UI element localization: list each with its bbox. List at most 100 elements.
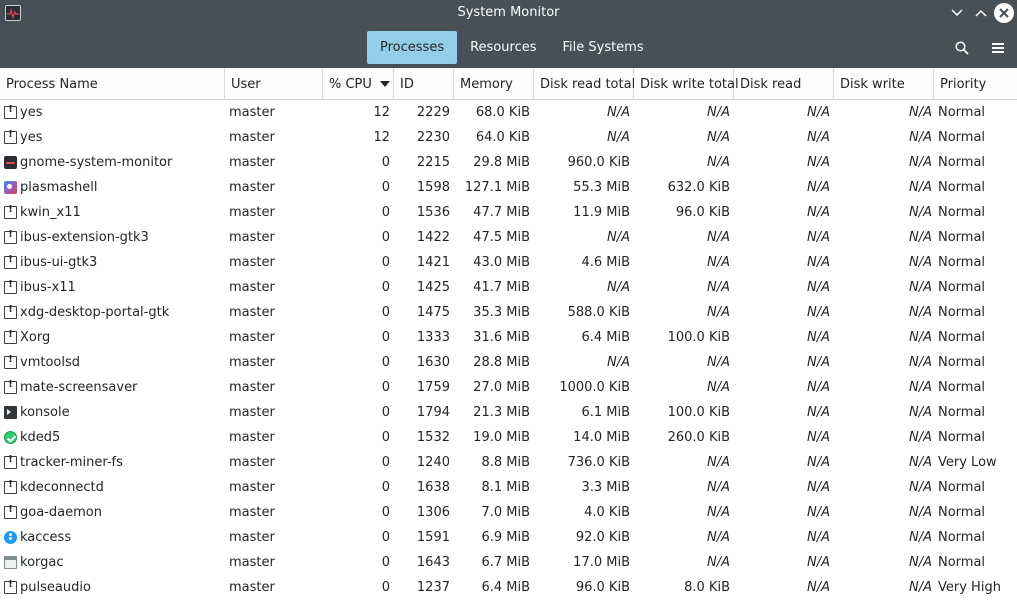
process-name: konsole: [20, 405, 70, 420]
table-row[interactable]: ibus-extension-gtk3 master 0 1422 47.5 MiB N/…: [0, 225, 1017, 250]
table-row[interactable]: kwin_x11 master 0 1536 47.7 MiB 11.9 MiB 96.0 …: [0, 200, 1017, 225]
process-disk-read: N/A: [807, 305, 830, 320]
process-disk-write-total: 632.0 KiB: [667, 180, 730, 195]
process-cpu: 0: [381, 505, 390, 520]
process-cpu: 0: [381, 580, 390, 595]
table-row[interactable]: plasmashell master 0 1598 127.1 MiB 55.3 MiB 6…: [0, 175, 1017, 200]
process-list: yes master 12 2229 68.0 KiB N/A N/A N/A N/A Norma…: [0, 100, 1017, 600]
process-memory: 21.3 MiB: [473, 405, 530, 420]
table-row[interactable]: xdg-desktop-portal-gtk master 0 1475 35.3 Mi…: [0, 300, 1017, 325]
table-row[interactable]: kded5 master 0 1532 19.0 MiB 14.0 MiB 260.0 Ki…: [0, 425, 1017, 450]
process-cpu: 0: [381, 155, 390, 170]
table-row[interactable]: kdeconnectd master 0 1638 8.1 MiB 3.3 MiB N/A N…: [0, 475, 1017, 500]
process-priority: Normal: [938, 155, 986, 170]
process-disk-read: N/A: [807, 205, 830, 220]
table-row[interactable]: yes master 12 2230 64.0 KiB N/A N/A N/A N/A Norma…: [0, 125, 1017, 150]
process-name: gnome-system-monitor: [20, 155, 173, 170]
process-id: 1591: [416, 530, 450, 545]
column-header-cpu[interactable]: % CPU: [323, 68, 394, 100]
maximize-button[interactable]: [971, 3, 991, 23]
process-user: master: [229, 455, 275, 470]
process-priority: Normal: [938, 105, 986, 120]
process-disk-read-total: 736.0 KiB: [567, 455, 630, 470]
process-disk-read-total: 588.0 KiB: [567, 305, 630, 320]
column-header-memory[interactable]: Memory: [454, 68, 534, 100]
table-row[interactable]: ibus-ui-gtk3 master 0 1421 43.0 MiB 4.6 MiB N/…: [0, 250, 1017, 275]
process-name: kdeconnectd: [20, 480, 104, 495]
process-memory: 35.3 MiB: [473, 305, 530, 320]
process-id: 1759: [416, 380, 450, 395]
process-disk-write: N/A: [909, 530, 932, 545]
column-header-row: Process Name User % CPU ID Memory Disk r…: [0, 68, 1017, 100]
close-icon: [999, 8, 1009, 18]
table-row[interactable]: yes master 12 2229 68.0 KiB N/A N/A N/A N/A Norma…: [0, 100, 1017, 125]
table-row[interactable]: gnome-system-monitor master 0 2215 29.8 MiB 9…: [0, 150, 1017, 175]
process-user: master: [229, 330, 275, 345]
process-cpu: 0: [381, 280, 390, 295]
process-disk-read: N/A: [807, 555, 830, 570]
process-memory: 31.6 MiB: [473, 330, 530, 345]
process-disk-write-total: N/A: [707, 380, 730, 395]
process-cpu: 0: [381, 180, 390, 195]
process-priority: Normal: [938, 430, 986, 445]
column-header-id[interactable]: ID: [394, 68, 454, 100]
generic-process-icon: [4, 354, 17, 369]
process-user: master: [229, 580, 275, 595]
process-priority: Normal: [938, 255, 986, 270]
tab-processes[interactable]: Processes: [367, 31, 458, 64]
process-disk-read-total: 92.0 KiB: [575, 530, 630, 545]
process-disk-read-total: 96.0 KiB: [575, 580, 630, 595]
table-row[interactable]: mate-screensaver master 0 1759 27.0 MiB 1000.…: [0, 375, 1017, 400]
process-id: 1643: [416, 555, 450, 570]
minimize-button[interactable]: [947, 3, 967, 23]
process-user: master: [229, 355, 275, 370]
process-disk-read: N/A: [807, 380, 830, 395]
process-name: ibus-extension-gtk3: [20, 230, 149, 245]
process-memory: 28.8 MiB: [473, 355, 530, 370]
column-header-disk-read[interactable]: Disk read: [734, 68, 834, 100]
process-cpu: 0: [381, 305, 390, 320]
main-menu-button[interactable]: [988, 38, 1008, 58]
table-row[interactable]: goa-daemon master 0 1306 7.0 MiB 4.0 KiB N/A N/…: [0, 500, 1017, 525]
generic-process-icon: [4, 254, 17, 269]
process-disk-write-total: 8.0 KiB: [684, 580, 730, 595]
process-user: master: [229, 430, 275, 445]
tab-file-systems[interactable]: File Systems: [549, 31, 656, 64]
column-header-process-name[interactable]: Process Name: [0, 68, 225, 100]
process-cpu: 0: [381, 230, 390, 245]
process-disk-write-total: N/A: [707, 530, 730, 545]
table-row[interactable]: korgac master 0 1643 6.7 MiB 17.0 MiB N/A N/A N/…: [0, 550, 1017, 575]
search-icon: [955, 41, 969, 55]
process-disk-read-total: N/A: [607, 280, 630, 295]
column-header-user[interactable]: User: [225, 68, 323, 100]
process-user: master: [229, 280, 275, 295]
process-id: 1638: [416, 480, 450, 495]
process-user: master: [229, 530, 275, 545]
process-user: master: [229, 405, 275, 420]
table-row[interactable]: vmtoolsd master 0 1630 28.8 MiB N/A N/A N/A N/A N…: [0, 350, 1017, 375]
tab-resources[interactable]: Resources: [457, 31, 549, 64]
process-memory: 41.7 MiB: [473, 280, 530, 295]
process-disk-write: N/A: [909, 405, 932, 420]
process-memory: 127.1 MiB: [464, 180, 530, 195]
process-disk-write: N/A: [909, 505, 932, 520]
table-row[interactable]: ibus-x11 master 0 1425 41.7 MiB N/A N/A N/A N/A N…: [0, 275, 1017, 300]
process-priority: Normal: [938, 355, 986, 370]
generic-process-icon: [4, 329, 17, 344]
search-button[interactable]: [952, 38, 972, 58]
close-button[interactable]: [994, 3, 1014, 23]
process-disk-read: N/A: [807, 530, 830, 545]
column-header-disk-write[interactable]: Disk write: [834, 68, 934, 100]
table-row[interactable]: pulseaudio master 0 1237 6.4 MiB 96.0 KiB 8.0 …: [0, 575, 1017, 600]
table-row[interactable]: kaccess master 0 1591 6.9 MiB 92.0 KiB N/A N/A N…: [0, 525, 1017, 550]
column-header-disk-read-total[interactable]: Disk read total: [534, 68, 635, 100]
process-priority: Normal: [938, 330, 986, 345]
column-header-disk-write-total[interactable]: Disk write total: [634, 68, 739, 100]
table-row[interactable]: Xorg master 0 1333 31.6 MiB 6.4 MiB 100.0 KiB N…: [0, 325, 1017, 350]
table-row[interactable]: tracker-miner-fs master 0 1240 8.8 MiB 736.0 …: [0, 450, 1017, 475]
process-cpu: 0: [381, 455, 390, 470]
process-disk-write: N/A: [909, 305, 932, 320]
system-monitor-app-icon[interactable]: [5, 5, 21, 21]
column-header-priority[interactable]: Priority: [934, 68, 1017, 100]
table-row[interactable]: konsole master 0 1794 21.3 MiB 6.1 MiB 100.0 K…: [0, 400, 1017, 425]
